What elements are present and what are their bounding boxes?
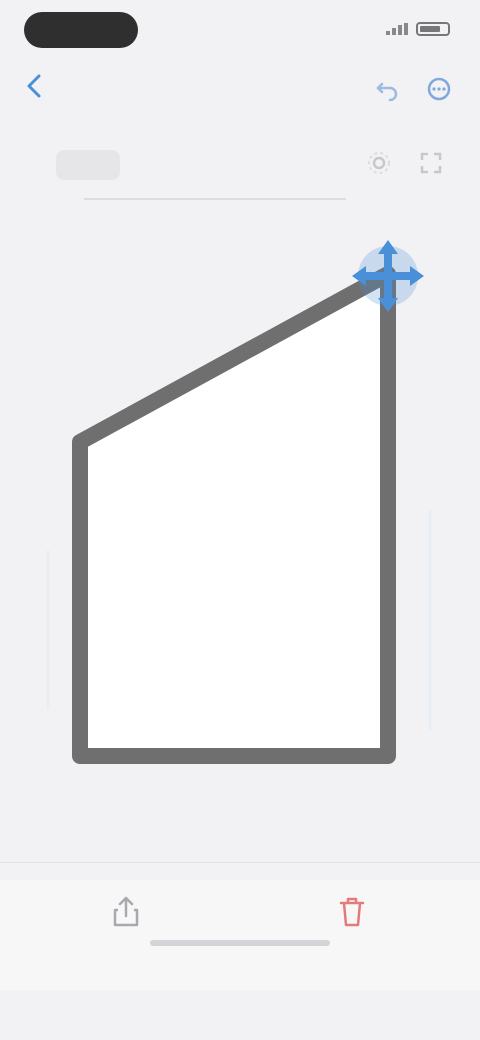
expand-icon[interactable]: [418, 150, 444, 176]
floor-plan-canvas[interactable]: [0, 210, 480, 850]
share-icon: [113, 896, 139, 927]
bottom-bar: [0, 880, 480, 990]
ruler-line: [84, 198, 346, 200]
more-icon[interactable]: [426, 76, 452, 102]
settings-icon[interactable]: [366, 150, 392, 176]
nav-actions: [374, 76, 452, 102]
toolbar: [0, 140, 480, 190]
back-button[interactable]: [26, 74, 58, 98]
status-time-pill: [24, 12, 138, 48]
undo-icon[interactable]: [374, 76, 400, 102]
status-icons: [386, 22, 450, 36]
screen: [0, 0, 480, 1040]
battery-icon: [416, 22, 450, 36]
delete-button[interactable]: [272, 894, 432, 964]
chevron-left-icon: [27, 74, 41, 98]
share-button[interactable]: [46, 894, 206, 964]
status-bar: [0, 0, 480, 62]
home-indicator[interactable]: [150, 940, 330, 946]
room-shape[interactable]: [72, 266, 396, 764]
divider: [0, 862, 480, 863]
nav-bar: [0, 70, 480, 114]
signal-icon: [386, 23, 408, 35]
toolbar-actions: [366, 150, 444, 176]
mode-chip[interactable]: [56, 150, 120, 180]
trash-icon: [339, 897, 365, 927]
